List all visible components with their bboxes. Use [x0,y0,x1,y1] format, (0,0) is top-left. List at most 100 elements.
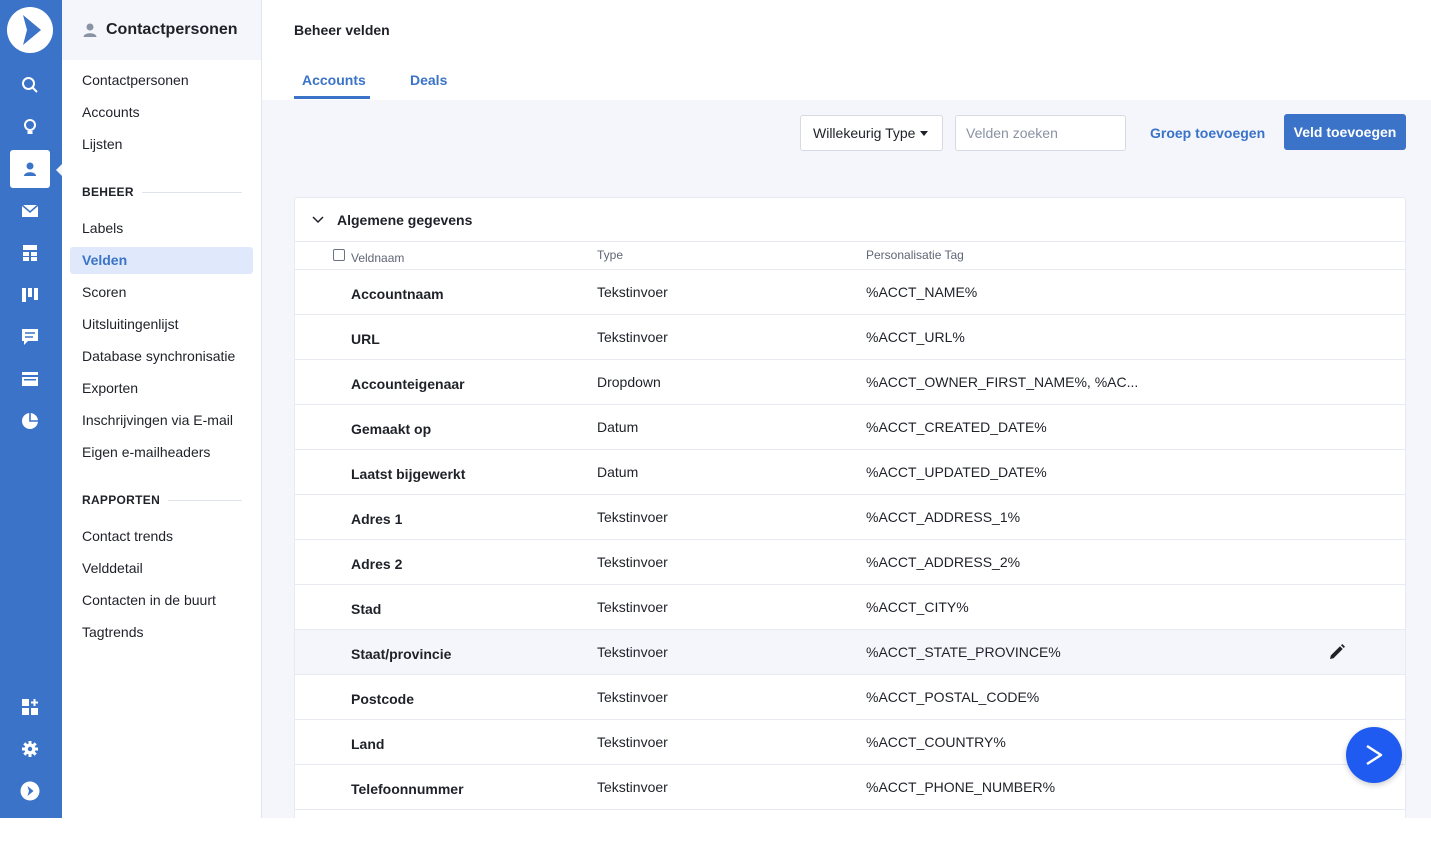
divider [141,191,242,193]
sidebar-item-tagtrends[interactable]: Tagtrends [70,619,253,646]
website-icon[interactable] [10,360,50,398]
add-field-button[interactable]: Veld toevoegen [1284,114,1406,150]
sidebar-item-uitsluitingenlijst[interactable]: Uitsluitingenlijst [70,311,253,338]
field-name: Telefoonnummer [351,781,464,797]
field-tag: %ACCT_PHONE_NUMBER% [866,779,1056,795]
apps-icon[interactable] [10,688,50,726]
sidebar-item-lijsten[interactable]: Lijsten [70,131,253,158]
sidebar-item-database-synchronisatie[interactable]: Database synchronisatie [70,343,253,370]
table-header: Veldnaam Type Personalisatie Tag [295,242,1405,270]
section-label: BEHEER [82,185,134,199]
group-header[interactable]: Algemene gegevens [295,198,1405,242]
caret-down-icon [920,130,929,136]
search-fields-input[interactable] [955,115,1126,151]
field-type: Tekstinvoer [597,644,668,660]
contacts-icon[interactable] [10,150,50,188]
field-tag: %ACCT_ADDRESS_1% [866,509,1021,525]
table-row[interactable]: Gemaakt op Datum %ACCT_CREATED_DATE% [295,405,1405,450]
field-type: Tekstinvoer [597,779,668,795]
field-tag: %ACCT_CITY% [866,599,969,615]
table-row[interactable]: URL Tekstinvoer %ACCT_URL% [295,315,1405,360]
table-row[interactable]: Telefoonnummer Tekstinvoer %ACCT_PHONE_N… [295,765,1405,810]
field-tag: %ACCT_COUNTRY% [866,734,1006,750]
field-name: Postcode [351,691,415,707]
field-tag: %ACCT_URL% [866,329,965,345]
gear-icon[interactable] [10,730,50,768]
table-row[interactable]: Land Tekstinvoer %ACCT_COUNTRY% [295,720,1405,765]
person-icon [83,23,97,37]
table-row[interactable]: Adres 2 Tekstinvoer %ACCT_ADDRESS_2% [295,540,1405,585]
logo-icon[interactable] [7,7,53,53]
table-row[interactable]: Accountnaam Tekstinvoer %ACCT_NAME% [295,270,1405,315]
fields-table-card: Algemene gegevens Veldnaam Type Personal… [294,197,1406,818]
add-group-button[interactable]: Groep toevoegen [1140,115,1275,151]
reports-icon[interactable] [10,402,50,440]
app-window: Contactpersonen Contactpersonen Accounts… [0,0,1431,818]
field-type: Tekstinvoer [597,554,668,570]
field-name: Land [351,736,385,752]
field-name: Accounteigenaar [351,376,465,392]
sidebar-item-labels[interactable]: Labels [70,215,253,242]
field-name: Staat/provincie [351,646,452,662]
field-type: Tekstinvoer [597,734,668,750]
field-name: Stad [351,601,382,617]
table-row[interactable]: Accounteigenaar Dropdown %ACCT_OWNER_FIR… [295,360,1405,405]
section-heading-beheer: BEHEER [82,185,242,199]
field-tag: %ACCT_ADDRESS_2% [866,554,1021,570]
type-filter-dropdown[interactable]: Willekeurig Type [800,115,943,151]
field-type: Datum [597,464,639,480]
page-header: Beheer velden Accounts Deals [262,0,1431,100]
field-name: Gemaakt op [351,421,432,437]
table-row[interactable]: Laatst bijgewerkt Datum %ACCT_UPDATED_DA… [295,450,1405,495]
column-header-veldnaam: Veldnaam [351,251,405,265]
active-tab-indicator [294,96,370,99]
table-row[interactable]: Adres 1 Tekstinvoer %ACCT_ADDRESS_1% [295,495,1405,540]
lightbulb-icon[interactable] [10,108,50,146]
mail-icon[interactable] [10,192,50,230]
sidebar-item-scoren[interactable]: Scoren [70,279,253,306]
sidebar-item-inschrijvingen[interactable]: Inschrijvingen via E-mail [70,407,253,434]
main-content: Beheer velden Accounts Deals Willekeurig… [262,0,1431,818]
field-type: Datum [597,419,639,435]
field-tag: %ACCT_NAME% [866,284,978,300]
sidebar-item-contact-trends[interactable]: Contact trends [70,523,253,550]
activecampaign-icon[interactable] [10,772,50,810]
field-tag: %ACCT_POSTAL_CODE% [866,689,1040,705]
sidebar-title: Contactpersonen [106,21,238,38]
conversations-icon[interactable] [10,318,50,356]
chevron-down-icon[interactable] [311,215,325,225]
sidebar-item-contacten-in-de-buurt[interactable]: Contacten in de buurt [70,587,253,614]
field-type: Tekstinvoer [597,689,668,705]
pencil-edit-icon[interactable] [1327,642,1347,662]
section-label: RAPPORTEN [82,493,161,507]
field-name: Accountnaam [351,286,444,302]
page-title: Beheer velden [294,22,390,38]
table-row[interactable]: Postcode Tekstinvoer %ACCT_POSTAL_CODE% [295,675,1405,720]
type-filter-value: Willekeurig Type [813,125,916,141]
sidebar-item-exporten[interactable]: Exporten [70,375,253,402]
sidebar-item-accounts[interactable]: Accounts [70,99,253,126]
send-fab-button[interactable] [1346,727,1402,783]
select-all-checkbox[interactable] [333,249,345,261]
group-title: Algemene gegevens [337,211,473,228]
field-name: Adres 2 [351,556,403,572]
sidebar-item-velddetail[interactable]: Velddetail [70,555,253,582]
primary-nav-rail [0,0,62,818]
table-row[interactable]: Stad Tekstinvoer %ACCT_CITY% [295,585,1405,630]
sidebar-item-contactpersonen[interactable]: Contactpersonen [70,67,253,94]
field-name: Adres 1 [351,511,403,527]
table-row[interactable]: Staat/provincie Tekstinvoer %ACCT_STATE_… [295,630,1405,675]
divider [168,499,242,501]
deals-board-icon[interactable] [10,276,50,314]
sidebar-item-eigen-mailheaders[interactable]: Eigen e-mailheaders [70,439,253,466]
field-type: Tekstinvoer [597,329,668,345]
sidebar-item-velden[interactable]: Velden [70,247,253,274]
tab-deals[interactable]: Deals [410,72,447,88]
field-type: Tekstinvoer [597,509,668,525]
field-tag: %ACCT_UPDATED_DATE% [866,464,1047,480]
tab-accounts[interactable]: Accounts [302,72,366,88]
search-icon[interactable] [10,66,50,104]
field-tag: %ACCT_STATE_PROVINCE% [866,644,1061,660]
automation-icon[interactable] [10,234,50,272]
chevron-right-icon [1366,744,1383,766]
